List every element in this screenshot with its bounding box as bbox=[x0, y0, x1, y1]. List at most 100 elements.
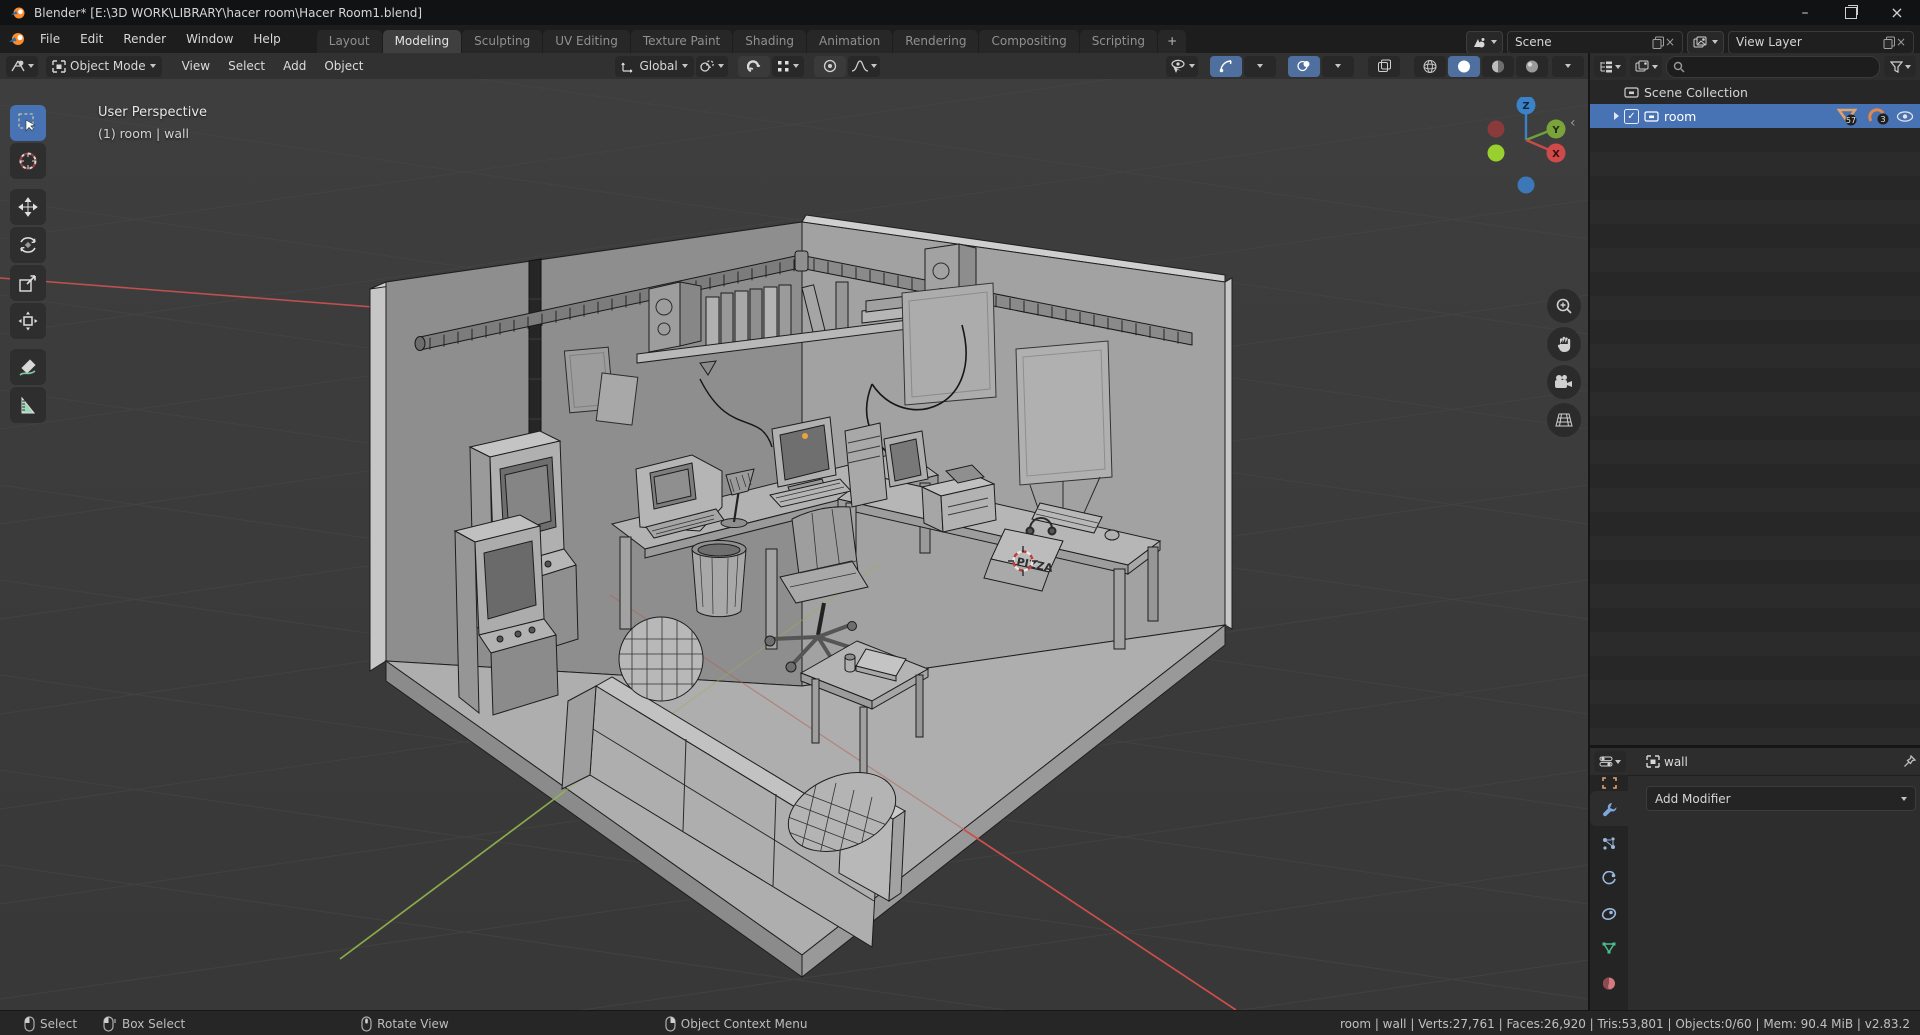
transform-orientation-selector[interactable]: Global bbox=[615, 55, 694, 77]
expand-arrow-icon[interactable] bbox=[1614, 112, 1619, 120]
mouse-right-icon bbox=[665, 1015, 676, 1032]
tab-compositing[interactable]: Compositing bbox=[979, 30, 1079, 53]
shading-rendered-button[interactable] bbox=[1516, 55, 1548, 77]
menu-render[interactable]: Render bbox=[113, 28, 176, 50]
menu-edit[interactable]: Edit bbox=[70, 28, 113, 50]
outliner-editor-type-button[interactable] bbox=[1594, 56, 1626, 77]
object-mode-icon bbox=[52, 59, 66, 73]
chevron-down-icon bbox=[1904, 64, 1911, 69]
shading-options[interactable] bbox=[1552, 55, 1584, 77]
menu-object[interactable]: Object bbox=[316, 56, 371, 76]
overlays-toggle[interactable] bbox=[1288, 55, 1320, 77]
outliner-row-scene-collection[interactable]: Scene Collection bbox=[1590, 80, 1920, 104]
pan-view-button[interactable] bbox=[1547, 327, 1581, 361]
pin-icon[interactable] bbox=[1903, 754, 1916, 769]
menu-view[interactable]: View bbox=[174, 56, 218, 76]
menu-add[interactable]: Add bbox=[275, 56, 314, 76]
pivot-point-selector[interactable] bbox=[695, 55, 728, 77]
collection-checkbox[interactable]: ✓ bbox=[1624, 108, 1639, 124]
shading-material-button[interactable] bbox=[1482, 55, 1514, 77]
proportional-editing-toggle[interactable] bbox=[813, 55, 846, 77]
tool-rotate[interactable] bbox=[10, 227, 46, 263]
hide-eye-icon[interactable] bbox=[1896, 110, 1914, 123]
sidebar-collapse-arrow[interactable]: ‹ bbox=[1570, 115, 1576, 131]
gizmos-options[interactable] bbox=[1244, 55, 1276, 77]
tool-cursor[interactable] bbox=[10, 143, 46, 179]
scene-name-field[interactable]: Scene × bbox=[1507, 30, 1683, 54]
view-layer-browse-button[interactable] bbox=[1687, 30, 1724, 54]
minimize-button[interactable]: – bbox=[1782, 0, 1828, 25]
properties-tab-strip bbox=[1590, 775, 1628, 1010]
tab-material-properties[interactable] bbox=[1590, 966, 1628, 1001]
unlink-scene-icon[interactable]: × bbox=[1665, 35, 1675, 49]
chevron-down-icon bbox=[1189, 64, 1195, 68]
tool-measure[interactable] bbox=[10, 387, 46, 423]
menu-help[interactable]: Help bbox=[243, 28, 290, 50]
snap-target-selector[interactable] bbox=[771, 55, 804, 77]
outliner-filter-button[interactable] bbox=[1884, 56, 1916, 77]
scene-canvas[interactable]: PIZZA bbox=[0, 79, 1588, 1010]
active-object-label: (1) room | wall bbox=[98, 126, 190, 141]
tab-particle-properties[interactable] bbox=[1590, 826, 1628, 861]
tab-modeling[interactable]: Modeling bbox=[382, 30, 462, 53]
tab-layout[interactable]: Layout bbox=[316, 30, 382, 53]
tab-shading[interactable]: Shading bbox=[733, 30, 806, 53]
shading-solid-button[interactable] bbox=[1448, 55, 1480, 77]
material-sphere-icon bbox=[1492, 60, 1504, 72]
tab-rendering[interactable]: Rendering bbox=[893, 30, 979, 53]
mode-selector[interactable]: Object Mode bbox=[46, 55, 162, 77]
new-scene-icon[interactable] bbox=[1652, 36, 1665, 49]
tab-object-properties[interactable] bbox=[1590, 775, 1628, 791]
add-workspace-button[interactable]: + bbox=[1158, 30, 1187, 53]
tool-move[interactable] bbox=[10, 189, 46, 225]
camera-view-button[interactable] bbox=[1547, 365, 1581, 399]
tab-texture-paint[interactable]: Texture Paint bbox=[630, 30, 733, 53]
properties-header: wall bbox=[1590, 748, 1920, 776]
blender-app-icon[interactable] bbox=[8, 31, 26, 47]
tab-animation[interactable]: Animation bbox=[807, 30, 893, 53]
remove-view-layer-icon[interactable]: × bbox=[1896, 35, 1906, 49]
tool-annotate[interactable] bbox=[10, 349, 46, 385]
scene-browse-button[interactable] bbox=[1466, 30, 1503, 54]
tool-select-box[interactable] bbox=[10, 105, 46, 141]
tab-constraint-properties[interactable] bbox=[1590, 896, 1628, 931]
tool-transform[interactable] bbox=[10, 303, 46, 339]
menu-select[interactable]: Select bbox=[220, 56, 273, 76]
proportional-falloff-selector[interactable] bbox=[847, 55, 880, 77]
tool-scale[interactable] bbox=[10, 265, 46, 301]
trash-bin[interactable] bbox=[691, 540, 747, 618]
tab-physics-properties[interactable] bbox=[1590, 861, 1628, 896]
shading-wireframe-button[interactable] bbox=[1414, 55, 1446, 77]
mouse-middle-icon bbox=[361, 1015, 372, 1032]
tab-uv-editing[interactable]: UV Editing bbox=[543, 30, 630, 53]
add-modifier-dropdown[interactable]: Add Modifier bbox=[1646, 786, 1916, 811]
outliner-display-mode-button[interactable] bbox=[1630, 56, 1662, 77]
chevron-down-icon bbox=[1615, 64, 1621, 69]
view-layer-name-field[interactable]: View Layer × bbox=[1728, 30, 1914, 54]
tab-modifier-properties[interactable] bbox=[1590, 791, 1628, 826]
properties-editor-type-button[interactable] bbox=[1594, 751, 1626, 772]
wrench-icon bbox=[1602, 802, 1616, 816]
tab-sculpting[interactable]: Sculpting bbox=[462, 30, 543, 53]
close-button[interactable]: × bbox=[1874, 0, 1920, 25]
maximize-button[interactable] bbox=[1828, 0, 1874, 25]
outliner-row-room[interactable]: ✓ room 57 3 bbox=[1590, 104, 1920, 128]
ortho-perspective-toggle[interactable] bbox=[1547, 403, 1581, 437]
viewport-3d[interactable]: PIZZA User Perspective (1) room | wall Z… bbox=[0, 79, 1588, 1010]
new-view-layer-icon[interactable] bbox=[1883, 36, 1896, 49]
tab-scripting[interactable]: Scripting bbox=[1079, 30, 1158, 53]
outliner-search-input[interactable] bbox=[1666, 55, 1880, 78]
zoom-view-button[interactable] bbox=[1547, 289, 1581, 323]
show-object-types-selector[interactable] bbox=[1166, 55, 1198, 77]
xray-toggle[interactable] bbox=[1368, 55, 1400, 77]
navigation-gizmo[interactable]: Z Y X bbox=[1480, 97, 1580, 197]
tab-object-data-properties[interactable] bbox=[1590, 931, 1628, 966]
mouse-left-icon bbox=[24, 1015, 35, 1032]
editor-type-button[interactable] bbox=[6, 55, 38, 77]
outliner-rows: Scene Collection ✓ room 57 3 bbox=[1590, 80, 1920, 745]
menu-file[interactable]: File bbox=[30, 28, 70, 50]
gizmos-toggle[interactable] bbox=[1210, 55, 1242, 77]
snap-toggle[interactable] bbox=[737, 55, 770, 77]
overlays-options[interactable] bbox=[1322, 55, 1354, 77]
menu-window[interactable]: Window bbox=[176, 28, 243, 50]
